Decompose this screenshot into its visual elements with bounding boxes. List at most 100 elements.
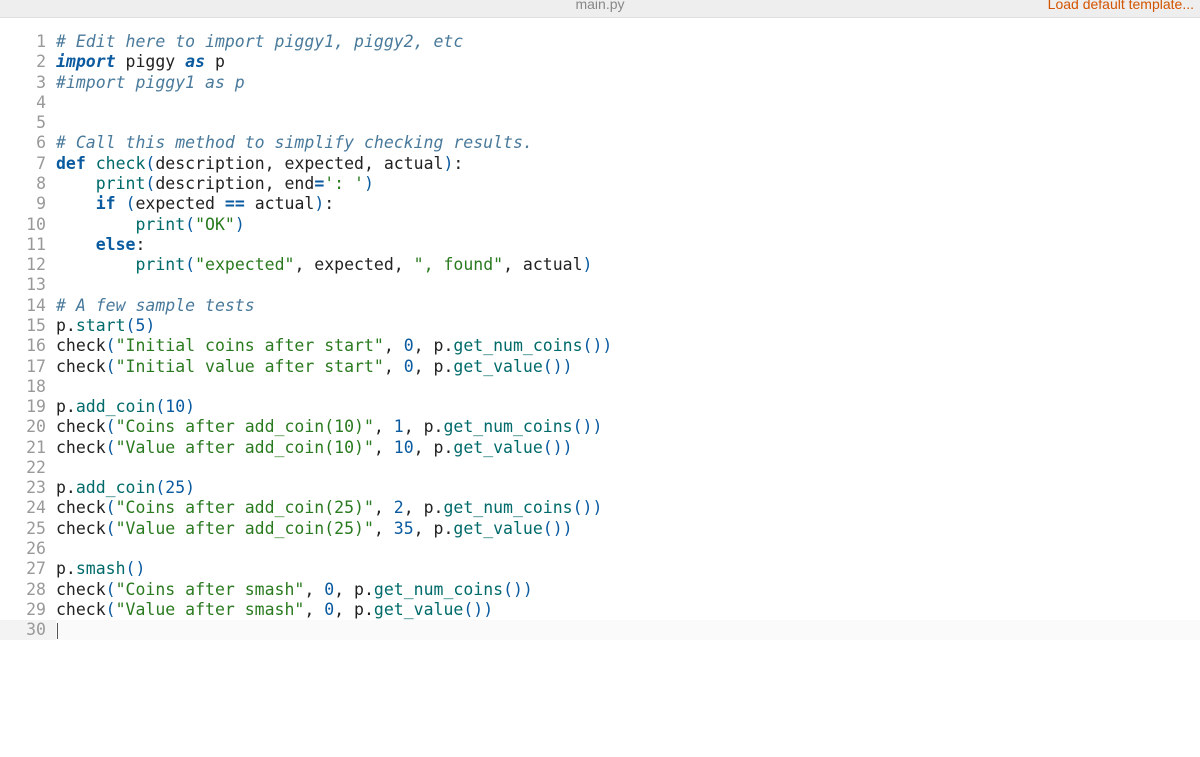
token-str: "Coins after add_coin(10)" (116, 417, 374, 436)
code-content[interactable]: p.smash() (56, 559, 1200, 579)
code-content[interactable]: check("Value after smash", 0, p.get_valu… (56, 600, 1200, 620)
code-line[interactable]: 27p.smash() (0, 559, 1200, 579)
token-default: check (56, 498, 106, 517)
token-paren: ( (106, 417, 116, 436)
token-paren: ( (106, 580, 116, 599)
code-line[interactable]: 10 print("OK") (0, 215, 1200, 235)
token-default: , (304, 580, 324, 599)
code-content[interactable]: check("Coins after add_coin(25)", 2, p.g… (56, 498, 1200, 518)
line-number: 28 (0, 580, 56, 600)
code-line[interactable]: 16check("Initial coins after start", 0, … (0, 336, 1200, 356)
code-line[interactable]: 2import piggy as p (0, 52, 1200, 72)
token-op: == (225, 194, 245, 213)
editor-header-bar: main.py Load default template... (0, 0, 1200, 18)
token-default: , p. (334, 580, 374, 599)
token-func: get_value (453, 519, 542, 538)
code-line[interactable]: 8 print(description, end=': ') (0, 174, 1200, 194)
code-content[interactable]: check("Value after add_coin(10)", 10, p.… (56, 438, 1200, 458)
code-content[interactable]: check("Coins after add_coin(10)", 1, p.g… (56, 417, 1200, 437)
code-content[interactable]: p.add_coin(25) (56, 478, 1200, 498)
code-content[interactable]: check("Value after add_coin(25)", 35, p.… (56, 519, 1200, 539)
code-content[interactable]: # A few sample tests (56, 296, 1200, 316)
token-paren: ( (185, 215, 195, 234)
token-paren: ( (126, 194, 136, 213)
token-num: 10 (165, 397, 185, 416)
code-line[interactable]: 4 (0, 93, 1200, 113)
code-line[interactable]: 28check("Coins after smash", 0, p.get_nu… (0, 580, 1200, 600)
token-num: 0 (324, 580, 334, 599)
code-content[interactable]: # Edit here to import piggy1, piggy2, et… (56, 32, 1200, 52)
token-default: , (384, 357, 404, 376)
code-line[interactable]: 29check("Value after smash", 0, p.get_va… (0, 600, 1200, 620)
code-content[interactable]: check("Coins after smash", 0, p.get_num_… (56, 580, 1200, 600)
code-content[interactable]: # Call this method to simplify checking … (56, 133, 1200, 153)
token-default: : (453, 154, 463, 173)
token-default: , p. (334, 600, 374, 619)
code-line[interactable]: 30 (0, 620, 1200, 640)
code-content[interactable]: def check(description, expected, actual)… (56, 154, 1200, 174)
token-str: "Initial coins after start" (116, 336, 384, 355)
code-line[interactable]: 23p.add_coin(25) (0, 478, 1200, 498)
token-comment: # Edit here to import piggy1, piggy2, et… (56, 32, 463, 51)
code-content[interactable]: print("expected", expected, ", found", a… (56, 255, 1200, 275)
code-line[interactable]: 12 print("expected", expected, ", found"… (0, 255, 1200, 275)
code-line[interactable]: 3#import piggy1 as p (0, 73, 1200, 93)
code-line[interactable]: 7def check(description, expected, actual… (0, 154, 1200, 174)
code-line[interactable]: 9 if (expected == actual): (0, 194, 1200, 214)
token-num: 0 (404, 357, 414, 376)
code-content[interactable]: p.start(5) (56, 316, 1200, 336)
code-content[interactable]: print(description, end=': ') (56, 174, 1200, 194)
code-content[interactable]: if (expected == actual): (56, 194, 1200, 214)
line-number: 18 (0, 377, 56, 397)
code-line[interactable]: 13 (0, 275, 1200, 295)
text-cursor (57, 623, 58, 640)
token-num: 0 (324, 600, 334, 619)
code-line[interactable]: 6# Call this method to simplify checking… (0, 133, 1200, 153)
token-str: "Value after add_coin(10)" (116, 438, 374, 457)
line-number: 20 (0, 417, 56, 437)
code-content[interactable]: import piggy as p (56, 52, 1200, 72)
token-paren: ()) (543, 438, 573, 457)
token-sp (175, 52, 185, 71)
code-line[interactable]: 18 (0, 377, 1200, 397)
token-num: 5 (135, 316, 145, 335)
code-content[interactable] (56, 620, 1200, 640)
line-number: 11 (0, 235, 56, 255)
code-content[interactable]: check("Initial coins after start", 0, p.… (56, 336, 1200, 356)
token-default: , (384, 336, 404, 355)
token-default: check (56, 438, 106, 457)
token-func: print (96, 174, 146, 193)
code-content[interactable]: else: (56, 235, 1200, 255)
code-line[interactable]: 11 else: (0, 235, 1200, 255)
code-line[interactable]: 15p.start(5) (0, 316, 1200, 336)
code-line[interactable]: 21check("Value after add_coin(10)", 10, … (0, 438, 1200, 458)
code-line[interactable]: 5 (0, 113, 1200, 133)
token-sp (56, 194, 96, 213)
token-func: check (96, 154, 146, 173)
token-func: smash (76, 559, 126, 578)
code-line[interactable]: 25check("Value after add_coin(25)", 35, … (0, 519, 1200, 539)
code-content[interactable]: check("Initial value after start", 0, p.… (56, 357, 1200, 377)
line-number: 23 (0, 478, 56, 498)
line-number: 5 (0, 113, 56, 133)
code-line[interactable]: 14# A few sample tests (0, 296, 1200, 316)
load-default-template-link[interactable]: Load default template... (1048, 0, 1194, 12)
line-number: 29 (0, 600, 56, 620)
code-line[interactable]: 26 (0, 539, 1200, 559)
code-line[interactable]: 24check("Coins after add_coin(25)", 2, p… (0, 498, 1200, 518)
code-content[interactable]: #import piggy1 as p (56, 73, 1200, 93)
line-number: 13 (0, 275, 56, 295)
code-content[interactable]: print("OK") (56, 215, 1200, 235)
token-str: ", found" (414, 255, 503, 274)
code-line[interactable]: 1# Edit here to import piggy1, piggy2, e… (0, 32, 1200, 52)
token-sp (116, 194, 126, 213)
code-editor[interactable]: 1# Edit here to import piggy1, piggy2, e… (0, 18, 1200, 648)
code-line[interactable]: 17check("Initial value after start", 0, … (0, 357, 1200, 377)
code-line[interactable]: 22 (0, 458, 1200, 478)
code-content[interactable]: p.add_coin(10) (56, 397, 1200, 417)
code-line[interactable]: 20check("Coins after add_coin(10)", 1, p… (0, 417, 1200, 437)
code-line[interactable]: 19p.add_coin(10) (0, 397, 1200, 417)
token-kw: else (96, 235, 136, 254)
line-number: 4 (0, 93, 56, 113)
token-str: "Value after add_coin(25)" (116, 519, 374, 538)
